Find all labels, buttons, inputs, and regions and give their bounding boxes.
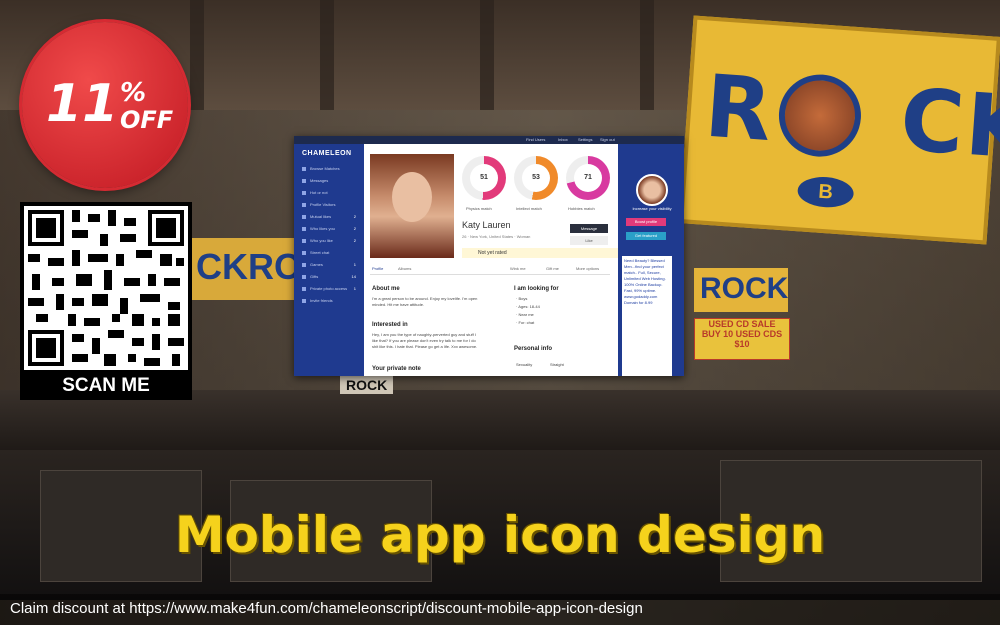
sidebar-item[interactable]: Who you like 2: [302, 236, 360, 246]
sidebar-item[interactable]: Games 1: [302, 260, 360, 270]
rock-sign-small: ROCK: [694, 268, 788, 312]
topbar-link[interactable]: Settings: [578, 136, 592, 144]
tab-albums[interactable]: Albums: [398, 266, 411, 271]
interested-text: Hey, I am you the type of naughty-perver…: [372, 332, 478, 349]
page-title: Mobile app icon design: [174, 506, 826, 564]
qr-code-icon: [24, 206, 188, 370]
ad-text[interactable]: Need Beauty? Blessed Men...find your per…: [622, 256, 672, 376]
rock-sign: R CK B: [679, 15, 1000, 245]
discount-badge: 11 % OFF: [22, 22, 188, 188]
sidebar-item[interactable]: Messages: [302, 176, 360, 186]
sidebar-item[interactable]: Profile Visitors: [302, 200, 360, 210]
sidebar-item[interactable]: Hot or not: [302, 188, 360, 198]
profile-tabs: Profile Albums Wink me Gift me More opti…: [370, 264, 610, 275]
sidebar-item[interactable]: Browse Matches: [302, 164, 360, 174]
tab-profile[interactable]: Profile: [372, 266, 383, 271]
claim-discount-link[interactable]: Claim discount at https://www.make4fun.c…: [10, 600, 643, 617]
looking-item: · Near me: [516, 312, 534, 317]
used-cd-sign: USED CD SALE BUY 10 USED CDS $10: [694, 318, 790, 360]
app-logo: CHAMELEON: [302, 150, 352, 157]
like-button[interactable]: Like: [570, 236, 608, 245]
increase-visibility: Increase your visibility: [632, 206, 672, 211]
app-topbar: Find Users Inbox Settings Sign out: [294, 136, 684, 144]
nav-icon: [302, 190, 306, 195]
nav-icon: [302, 298, 306, 303]
percent-sign: %: [120, 78, 147, 108]
rock-sign-left: CKROC: [190, 238, 328, 300]
ceiling-beam: [480, 0, 494, 110]
sidebar-item[interactable]: Private photo access 1: [302, 284, 360, 294]
nav-icon: [302, 286, 306, 291]
match-ring: 71: [566, 156, 610, 200]
sidebar-item[interactable]: Mutual likes 2: [302, 212, 360, 222]
discount-percent: 11: [46, 74, 119, 134]
ceiling-beam: [320, 0, 334, 110]
message-button[interactable]: Message: [570, 224, 608, 233]
nav-icon: [302, 202, 306, 207]
topbar-link[interactable]: Sign out: [600, 136, 615, 144]
topbar-link[interactable]: Inbox: [558, 136, 568, 144]
rating-bar[interactable]: Not yet rated: [462, 248, 628, 258]
product-screenshot: Find Users Inbox Settings Sign out CHAME…: [294, 136, 684, 376]
sidebar-item[interactable]: Invite friends: [302, 296, 360, 306]
match-label: Physics match: [466, 206, 492, 211]
personal-info-title: Personal info: [514, 346, 553, 352]
footer-bar: Claim discount at https://www.make4fun.c…: [0, 594, 1000, 625]
nav-icon: [302, 178, 306, 183]
scan-me-label: SCAN ME: [62, 375, 150, 396]
rock-label: ROCK: [340, 376, 394, 394]
ceiling-beam: [190, 0, 204, 110]
qr-code[interactable]: SCAN ME: [20, 202, 192, 400]
match-label: Intellect match: [516, 206, 542, 211]
tab-gift[interactable]: Gift me: [546, 266, 559, 271]
profile-details: 26 · New York, United States · Woman: [462, 234, 531, 239]
match-ring: 53: [514, 156, 558, 200]
get-featured-button[interactable]: Get featured: [626, 232, 666, 240]
app-sidebar: CHAMELEON Browse Matches Messages Hot or…: [294, 144, 364, 376]
personal-value: Straight: [550, 362, 564, 367]
tab-more[interactable]: More options: [576, 266, 599, 271]
about-title: About me: [372, 286, 400, 292]
nav-icon: [302, 238, 306, 243]
sidebar-item[interactable]: Who likes you 2: [302, 224, 360, 234]
boost-profile-button[interactable]: Boost profile: [626, 218, 666, 226]
profile-main: 51 Physics match 53 Intellect match 71 H…: [364, 144, 628, 376]
nav-icon: [302, 166, 306, 171]
sidebar-item[interactable]: Street chat: [302, 248, 360, 258]
nav-icon: [302, 214, 306, 219]
app-right-column: Increase your visibility Boost profile G…: [618, 144, 684, 376]
off-label: OFF: [120, 106, 174, 134]
nav-icon: [302, 262, 306, 267]
looking-item: · Ages: 18-44: [516, 304, 540, 309]
looking-item: · Boys: [516, 296, 528, 301]
tab-wink[interactable]: Wink me: [510, 266, 526, 271]
nav-icon: [302, 250, 306, 255]
ceiling-beam: [640, 0, 654, 110]
private-note-title: Your private note: [372, 366, 421, 372]
topbar-link[interactable]: Find Users: [526, 136, 545, 144]
match-ring: 51: [462, 156, 506, 200]
looking-item: · For: chat: [516, 320, 535, 325]
profile-name: Katy Lauren: [462, 220, 511, 230]
nav-icon: [302, 274, 306, 279]
looking-title: I am looking for: [514, 286, 559, 292]
interested-title: Interested in: [372, 322, 408, 328]
nav-icon: [302, 226, 306, 231]
about-text: I'm a great person to be around. Enjoy m…: [372, 296, 478, 307]
profile-photo[interactable]: [370, 154, 454, 258]
user-avatar[interactable]: [636, 174, 668, 206]
match-label: Hobbies match: [568, 206, 595, 211]
sidebar-item[interactable]: Gifts 14: [302, 272, 360, 282]
